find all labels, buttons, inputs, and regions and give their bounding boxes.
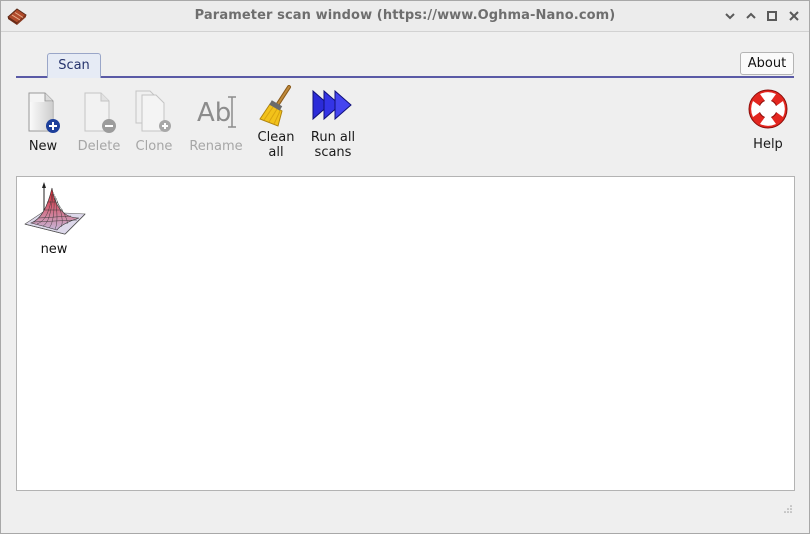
delete-button[interactable]: Delete xyxy=(77,85,121,154)
clean-all-label: Clean all xyxy=(254,130,298,160)
help-button[interactable]: Help xyxy=(745,85,791,152)
clean-all-label-line2: all xyxy=(268,145,284,160)
help-label: Help xyxy=(753,137,783,152)
run-all-scans-label: Run all scans xyxy=(308,130,358,160)
list-item[interactable]: new xyxy=(21,180,87,257)
delete-label: Delete xyxy=(77,139,121,154)
new-label: New xyxy=(28,139,58,154)
svg-text:Ab: Ab xyxy=(197,98,231,128)
maximize-icon[interactable] xyxy=(764,8,780,24)
window-title: Parameter scan window (https://www.Oghma… xyxy=(194,8,616,23)
list-item-label: new xyxy=(40,242,68,257)
clone-file-icon xyxy=(135,90,171,132)
clean-all-label-line1: Clean xyxy=(257,130,295,145)
scan-list[interactable]: new xyxy=(16,176,795,491)
broom-icon xyxy=(259,85,291,127)
clone-button[interactable]: Clone xyxy=(134,85,174,154)
run-all-label-line1: Run all xyxy=(310,130,356,145)
parameter-scan-window: Parameter scan window (https://www.Oghma… xyxy=(0,0,810,534)
delete-file-icon xyxy=(84,92,116,133)
rename-button[interactable]: Ab Rename xyxy=(188,85,244,154)
run-all-label-line2: scans xyxy=(314,145,352,160)
about-button[interactable]: About xyxy=(740,52,794,75)
title-bar: Parameter scan window (https://www.Oghma… xyxy=(1,1,809,32)
surface-plot-icon xyxy=(24,182,86,235)
close-icon[interactable] xyxy=(786,8,802,24)
lifebuoy-icon xyxy=(748,89,788,129)
clean-all-button[interactable]: Clean all xyxy=(254,85,298,160)
rename-text-icon: Ab xyxy=(197,96,236,128)
clone-label: Clone xyxy=(135,139,173,154)
run-all-scans-button[interactable]: Run all scans xyxy=(308,85,358,160)
tab-scan[interactable]: Scan xyxy=(47,53,101,78)
fast-forward-icon xyxy=(312,89,352,121)
chevron-up-icon[interactable] xyxy=(743,8,759,24)
chevron-down-icon[interactable] xyxy=(722,8,738,24)
new-button[interactable]: New xyxy=(23,85,63,154)
new-file-icon xyxy=(28,92,60,133)
rename-label: Rename xyxy=(189,139,243,154)
tab-bar: Scan xyxy=(16,52,794,78)
resize-grip-icon[interactable] xyxy=(782,505,792,515)
